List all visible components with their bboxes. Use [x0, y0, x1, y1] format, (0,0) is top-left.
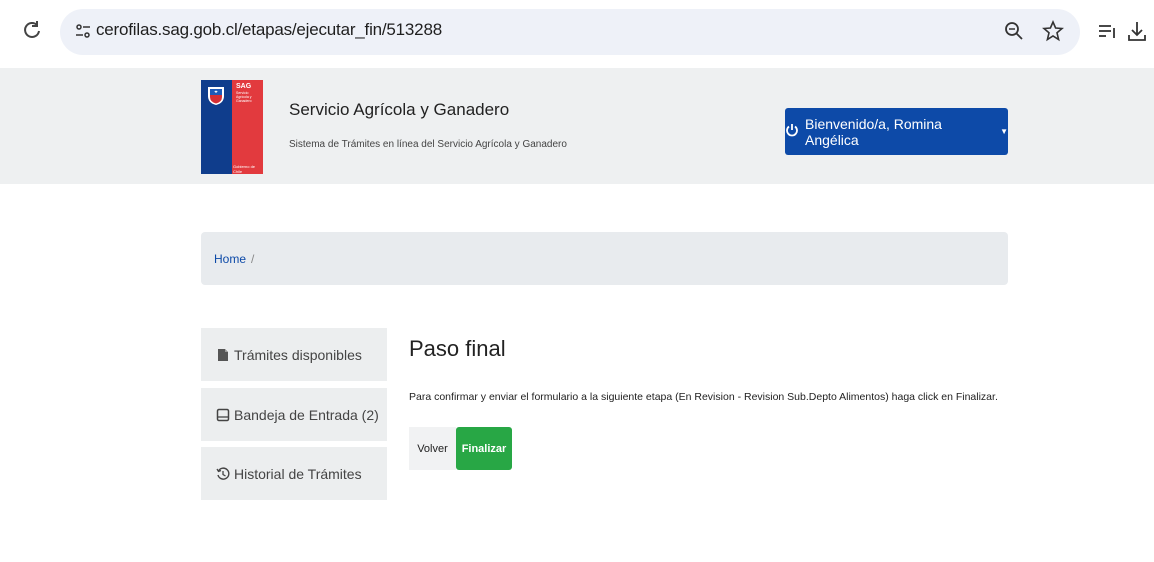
breadcrumb-separator: /	[251, 251, 255, 266]
site-subtitle: Sistema de Trámites en línea del Servici…	[289, 139, 567, 150]
finish-button[interactable]: Finalizar	[456, 427, 512, 470]
inbox-icon	[216, 408, 230, 422]
history-icon	[216, 466, 230, 481]
reading-list-icon[interactable]	[1096, 20, 1118, 42]
sidebar-item-bandeja-de-entrada[interactable]: Bandeja de Entrada (2)	[201, 388, 387, 441]
back-button[interactable]: Volver	[409, 427, 456, 470]
download-icon[interactable]	[1126, 20, 1148, 42]
url-text[interactable]: cerofilas.sag.gob.cl/etapas/ejecutar_fin…	[96, 20, 442, 40]
site-info-icon[interactable]	[74, 22, 92, 40]
logo-brand: SAG	[236, 83, 252, 90]
sidebar-item-historial-de-tramites[interactable]: Historial de Trámites	[201, 447, 387, 500]
file-icon	[216, 348, 230, 362]
sidebar-item-label: Historial de Trámites	[234, 465, 362, 482]
site-title: Servicio Agrícola y Ganadero	[289, 100, 510, 119]
sag-logo[interactable]: SAG Servicio Agrícola y Ganadero Gobiern…	[201, 80, 263, 174]
reload-icon[interactable]	[22, 20, 42, 40]
sidebar-item-tramites-disponibles[interactable]: Trámites disponibles	[201, 328, 387, 381]
sidebar-item-label: Trámites disponibles	[234, 346, 362, 363]
instruction-text: Para confirmar y enviar el formulario a …	[409, 391, 998, 403]
bookmark-star-icon[interactable]	[1042, 19, 1064, 42]
coat-of-arms-icon	[208, 87, 224, 105]
user-menu-label: Bienvenido/a, Romina Angélica	[805, 115, 942, 148]
caret-down-icon: ▼	[1000, 127, 1008, 136]
breadcrumb-home-link[interactable]: Home	[214, 252, 246, 266]
zoom-icon[interactable]	[1003, 20, 1025, 42]
page-title: Paso final	[409, 336, 506, 361]
breadcrumb: Home /	[201, 232, 1008, 285]
sidebar-item-label: Bandeja de Entrada (2)	[234, 406, 379, 423]
logo-gov-text: Gobierno de Chile	[233, 164, 256, 174]
power-icon	[785, 123, 799, 140]
user-menu-button[interactable]: Bienvenido/a, Romina Angélica ▼	[785, 108, 1008, 155]
logo-subtext: Servicio Agrícola y Ganadero	[236, 91, 252, 103]
